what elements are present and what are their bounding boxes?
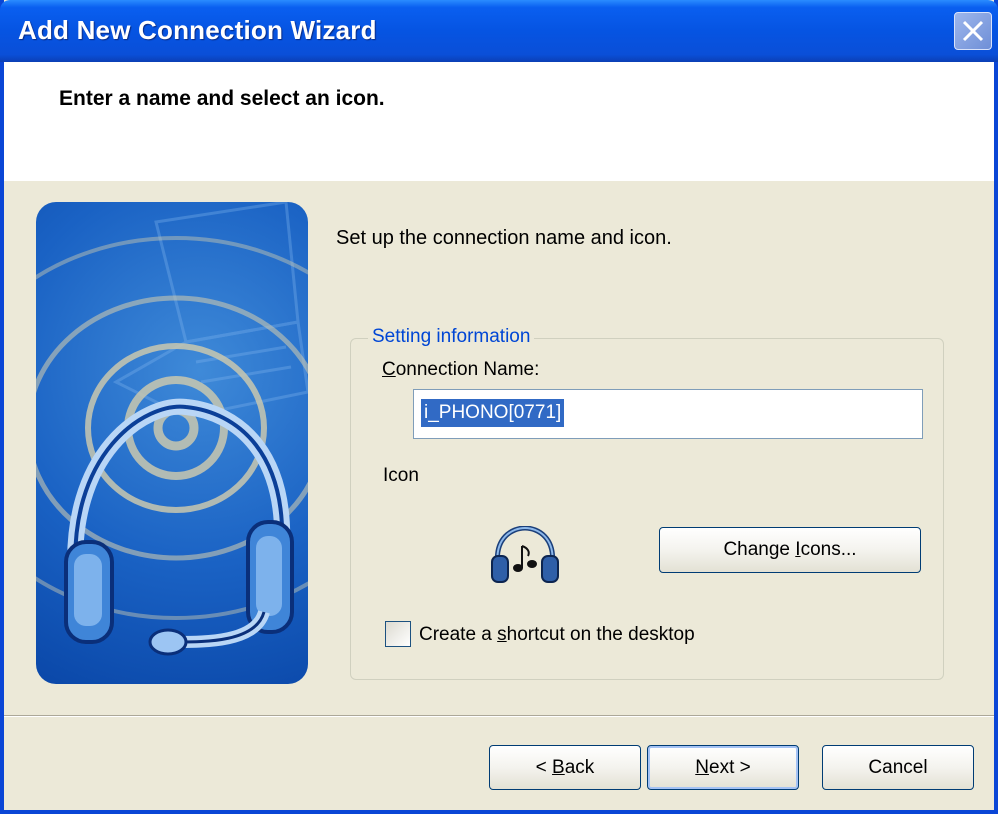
shortcut-checkbox[interactable]	[385, 621, 411, 647]
next-button[interactable]: Next >	[647, 745, 799, 790]
connection-name-input[interactable]: i_PHONO[0771]	[413, 389, 923, 439]
page-title: Enter a name and select an icon.	[59, 87, 385, 110]
title-bar[interactable]: Add New Connection Wizard	[0, 0, 998, 62]
intro-text: Set up the connection name and icon.	[336, 227, 672, 249]
wizard-window: Add New Connection Wizard Enter a name a…	[0, 0, 998, 814]
header-divider	[4, 180, 994, 181]
footer-divider-highlight	[4, 716, 994, 717]
back-button[interactable]: < Back	[489, 745, 641, 790]
cancel-button[interactable]: Cancel	[822, 745, 974, 790]
close-icon	[962, 20, 984, 42]
headphones-music-icon	[490, 525, 560, 584]
connection-name-label: Connection Name:	[382, 359, 540, 380]
wizard-side-image	[36, 202, 308, 684]
icon-label: Icon	[383, 465, 419, 486]
wizard-header: Enter a name and select an icon.	[4, 62, 994, 181]
connection-name-value: i_PHONO[0771]	[421, 399, 565, 427]
group-legend: Setting information	[368, 326, 535, 348]
close-button[interactable]	[954, 12, 992, 50]
window-title: Add New Connection Wizard	[18, 15, 377, 45]
shortcut-label[interactable]: Create a shortcut on the desktop	[419, 624, 695, 646]
headset-illustration-icon	[36, 202, 308, 656]
change-icons-button[interactable]: Change Icons...	[659, 527, 921, 573]
